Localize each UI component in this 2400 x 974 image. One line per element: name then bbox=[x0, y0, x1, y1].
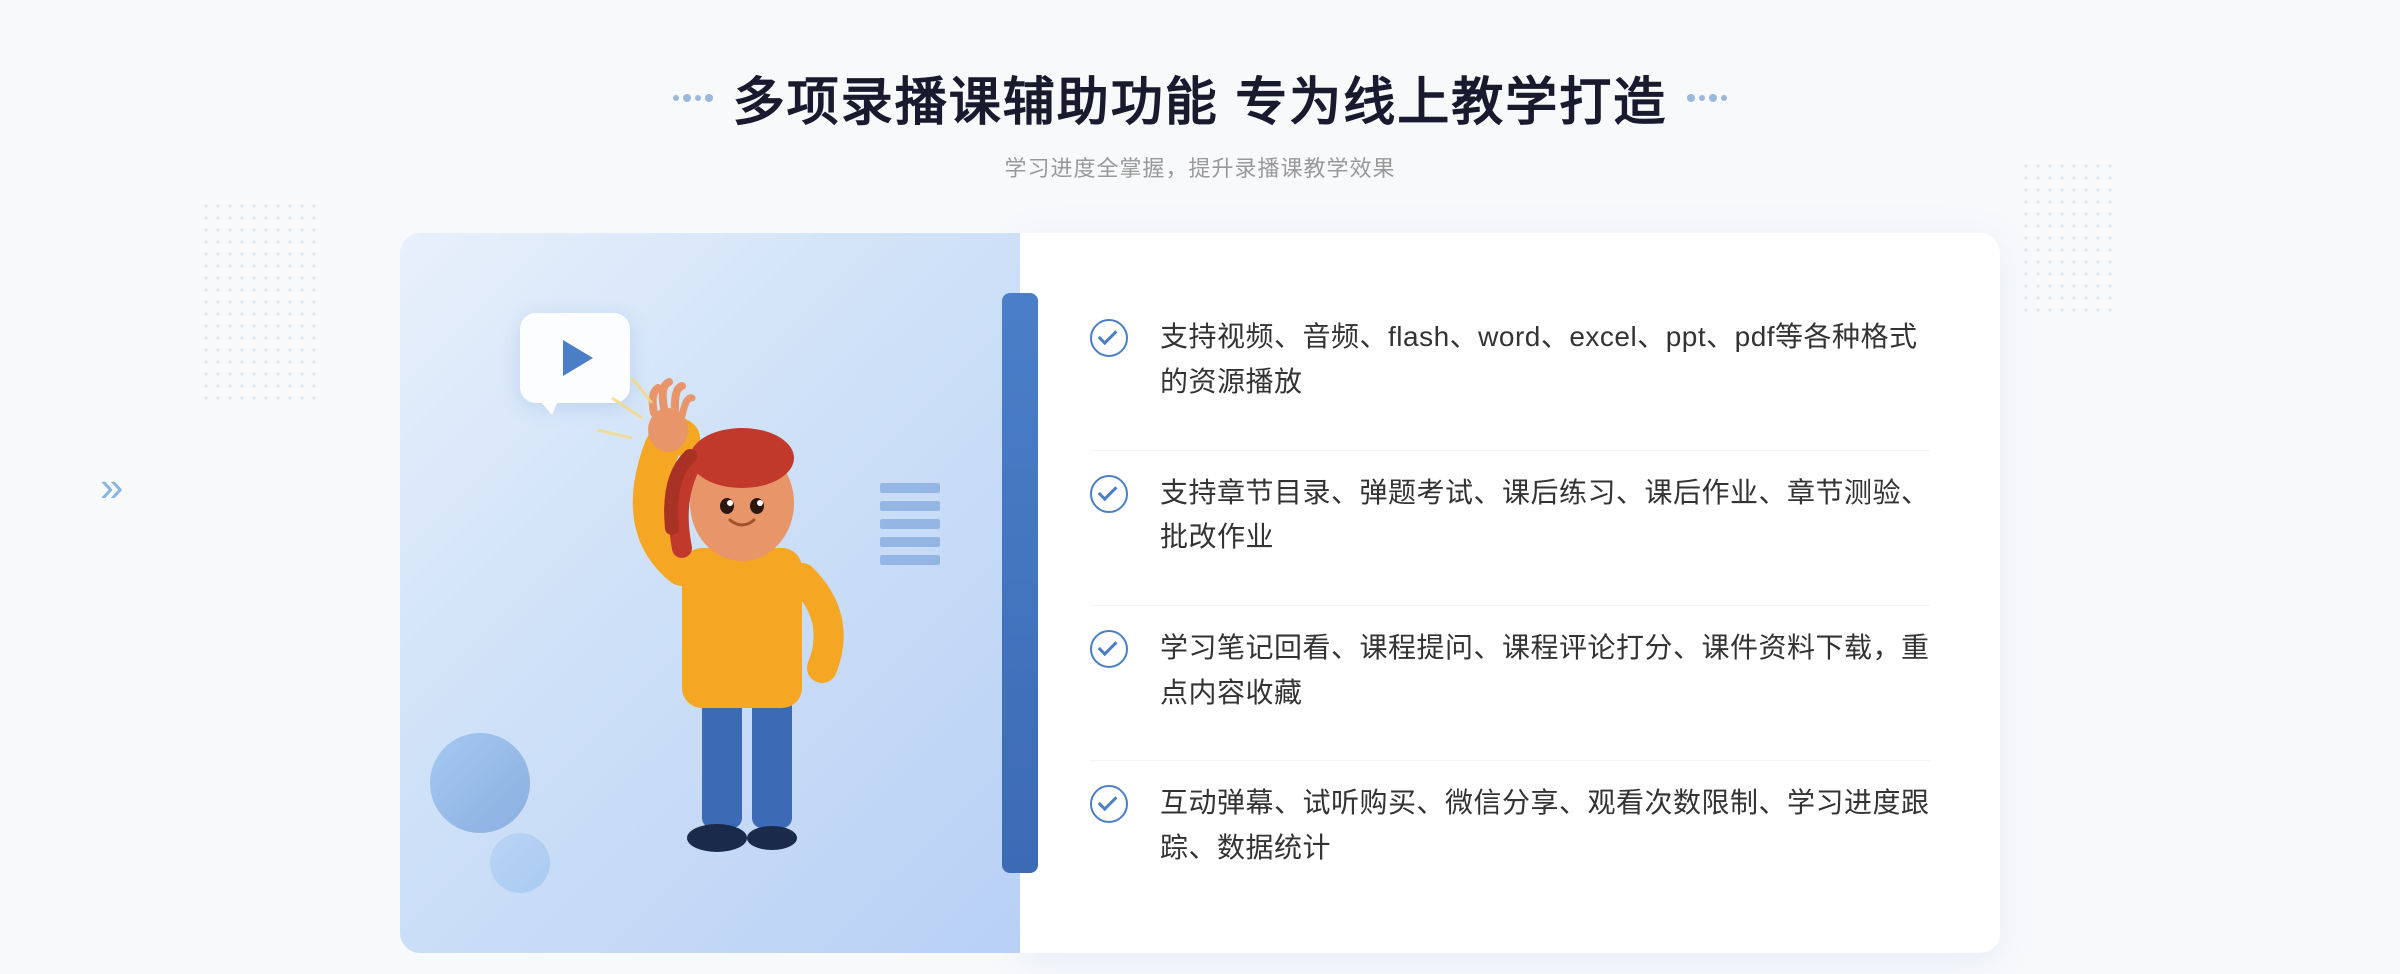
feature-text-3: 学习笔记回看、课程提问、课程评论打分、课件资料下载，重点内容收藏 bbox=[1160, 626, 1930, 716]
dot-5 bbox=[1687, 94, 1695, 102]
check-icon-1 bbox=[1090, 319, 1130, 359]
arrow-decoration: » bbox=[100, 466, 123, 508]
feature-item-4: 互动弹幕、试听购买、微信分享、观看次数限制、学习进度跟踪、数据统计 bbox=[1090, 760, 1930, 891]
feature-item-3: 学习笔记回看、课程提问、课程评论打分、课件资料下载，重点内容收藏 bbox=[1090, 605, 1930, 736]
page-title: 多项录播课辅助功能 专为线上教学打造 bbox=[733, 60, 1667, 135]
checkmark-2 bbox=[1098, 481, 1118, 501]
content-area: 支持视频、音频、flash、word、excel、ppt、pdf等各种格式的资源… bbox=[400, 233, 2000, 953]
dots-decoration-right bbox=[2020, 160, 2120, 320]
character-svg bbox=[582, 348, 902, 928]
dot-6 bbox=[1699, 95, 1705, 101]
dot-2 bbox=[683, 94, 691, 102]
deco-circle-large bbox=[430, 733, 530, 833]
checkmark-1 bbox=[1098, 326, 1118, 346]
dot-1 bbox=[673, 95, 679, 101]
page-container: » 多项录播课辅助功能 专为线上教学打造 学习进度全掌握，提升录播课教学效果 bbox=[0, 0, 2400, 974]
header-section: 多项录播课辅助功能 专为线上教学打造 学习进度全掌握，提升录播课教学效果 bbox=[673, 60, 1727, 183]
dot-8 bbox=[1721, 95, 1727, 101]
check-circle-3 bbox=[1090, 630, 1128, 668]
check-icon-3 bbox=[1090, 630, 1130, 670]
feature-text-4: 互动弹幕、试听购买、微信分享、观看次数限制、学习进度跟踪、数据统计 bbox=[1160, 781, 1930, 871]
dot-7 bbox=[1709, 94, 1717, 102]
check-icon-4 bbox=[1090, 785, 1130, 825]
dot-4 bbox=[705, 94, 713, 102]
character-illustration bbox=[582, 348, 902, 933]
check-circle-2 bbox=[1090, 475, 1128, 513]
dot-3 bbox=[695, 95, 701, 101]
feature-text-2: 支持章节目录、弹题考试、课后练习、课后作业、章节测验、批改作业 bbox=[1160, 471, 1930, 561]
check-circle-4 bbox=[1090, 785, 1128, 823]
title-dots-left bbox=[673, 94, 713, 102]
chevron-right-icon: » bbox=[100, 466, 123, 508]
dots-decoration-left bbox=[200, 200, 320, 400]
feature-item-1: 支持视频、音频、flash、word、excel、ppt、pdf等各种格式的资源… bbox=[1090, 295, 1930, 425]
deco-circle-small bbox=[490, 833, 550, 893]
title-row: 多项录播课辅助功能 专为线上教学打造 bbox=[673, 60, 1727, 135]
blue-accent-bar bbox=[1002, 293, 1038, 873]
illustration-panel bbox=[400, 233, 1020, 953]
feature-text-1: 支持视频、音频、flash、word、excel、ppt、pdf等各种格式的资源… bbox=[1160, 315, 1930, 405]
checkmark-3 bbox=[1098, 636, 1118, 656]
features-panel: 支持视频、音频、flash、word、excel、ppt、pdf等各种格式的资源… bbox=[1020, 233, 2000, 953]
page-subtitle: 学习进度全掌握，提升录播课教学效果 bbox=[673, 151, 1727, 183]
check-circle-1 bbox=[1090, 319, 1128, 357]
checkmark-4 bbox=[1098, 791, 1118, 811]
feature-item-2: 支持章节目录、弹题考试、课后练习、课后作业、章节测验、批改作业 bbox=[1090, 450, 1930, 581]
title-dots-right bbox=[1687, 94, 1727, 102]
check-icon-2 bbox=[1090, 475, 1130, 515]
